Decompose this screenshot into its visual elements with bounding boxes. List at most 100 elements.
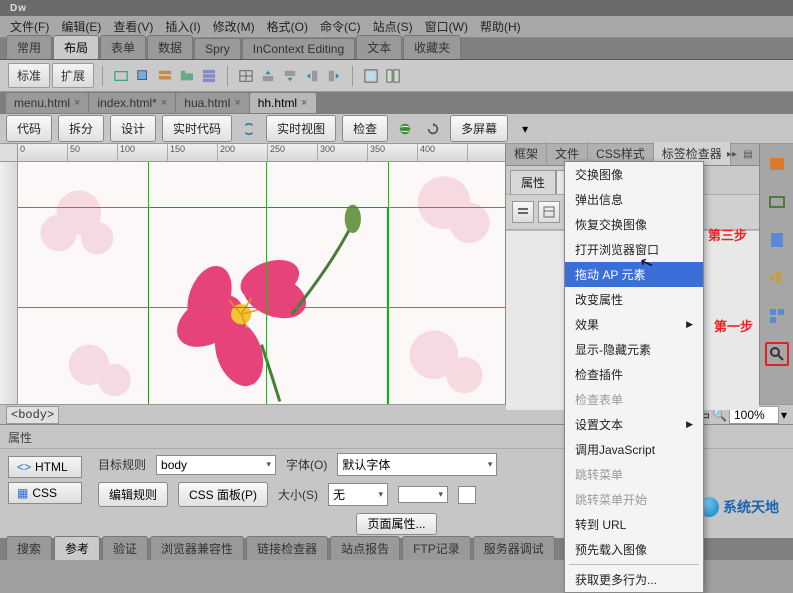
menu-site[interactable]: 站点(S): [367, 16, 419, 37]
design-canvas[interactable]: [18, 162, 505, 404]
view-design-button[interactable]: 设计: [110, 115, 156, 142]
menu-view[interactable]: 查看(V): [107, 16, 159, 37]
insert-col-right-icon[interactable]: [324, 66, 344, 86]
results-tab-reference[interactable]: 参考: [54, 536, 100, 560]
menu-format[interactable]: 格式(O): [261, 16, 314, 37]
layout-standard-button[interactable]: 标准: [8, 63, 50, 88]
cm-set-text[interactable]: 设置文本▶: [565, 412, 703, 437]
close-icon[interactable]: ×: [161, 97, 167, 109]
size-unit-select[interactable]: ▾: [398, 486, 448, 503]
cm-call-javascript[interactable]: 调用JavaScript: [565, 437, 703, 462]
behavior-detail-icon[interactable]: [538, 201, 560, 223]
insert-table-icon[interactable]: [236, 66, 256, 86]
panel-tab-frames[interactable]: 框架: [506, 142, 547, 165]
dock-files-icon[interactable]: [765, 228, 789, 252]
menu-help[interactable]: 帮助(H): [474, 16, 527, 37]
results-tab-site-reports[interactable]: 站点报告: [330, 536, 400, 560]
cm-show-hide-elements[interactable]: 显示-隐藏元素: [565, 337, 703, 362]
prop-html-mode[interactable]: <> HTML: [8, 456, 82, 478]
iframe-icon[interactable]: [361, 66, 381, 86]
insert-accordion-icon[interactable]: [199, 66, 219, 86]
refresh-icon[interactable]: [422, 118, 444, 140]
cm-preload-images[interactable]: 预先载入图像: [565, 537, 703, 562]
insert-row-below-icon[interactable]: [280, 66, 300, 86]
dock-css-icon[interactable]: [765, 152, 789, 176]
cm-go-to-url[interactable]: 转到 URL: [565, 512, 703, 537]
close-icon[interactable]: ×: [234, 97, 240, 109]
cm-get-more-behaviors[interactable]: 获取更多行为...: [565, 567, 703, 592]
cm-change-property[interactable]: 改变属性: [565, 287, 703, 312]
view-code-button[interactable]: 代码: [6, 115, 52, 142]
view-inspect-button[interactable]: 检查: [342, 115, 388, 142]
dock-tag-inspector-icon[interactable]: [765, 342, 789, 366]
close-icon[interactable]: ×: [74, 97, 80, 109]
close-icon[interactable]: ×: [301, 97, 307, 109]
menu-edit[interactable]: 编辑(E): [55, 16, 107, 37]
tab-incontext[interactable]: InContext Editing: [242, 38, 355, 59]
panel-collapse-icon[interactable]: ▸▸: [725, 147, 739, 161]
tab-text[interactable]: 文本: [356, 35, 402, 59]
insert-spry-menu-icon[interactable]: [155, 66, 175, 86]
ap-element-selection[interactable]: [148, 207, 388, 404]
cm-swap-image-restore[interactable]: 恢复交换图像: [565, 212, 703, 237]
view-liveview-button[interactable]: 实时视图: [266, 115, 336, 142]
panel-menu-icon[interactable]: ▤: [741, 147, 755, 161]
edit-rule-button[interactable]: 编辑规则: [98, 482, 168, 507]
frames-icon[interactable]: [383, 66, 403, 86]
results-tab-server-debug[interactable]: 服务器调试: [473, 536, 555, 560]
layout-extend-button[interactable]: 扩展: [52, 63, 94, 88]
tab-common[interactable]: 常用: [6, 35, 52, 59]
css-panel-button[interactable]: CSS 面板(P): [178, 482, 268, 507]
file-tab-index[interactable]: index.html*×: [89, 93, 175, 113]
file-tab-hh[interactable]: hh.html×: [250, 93, 316, 113]
behavior-list-icon[interactable]: [512, 201, 534, 223]
page-properties-button[interactable]: 页面属性...: [356, 513, 436, 535]
menu-insert[interactable]: 插入(I): [159, 16, 206, 37]
dock-assets-icon[interactable]: [765, 266, 789, 290]
zoom-dropdown-icon[interactable]: ▾: [781, 408, 787, 422]
menu-command[interactable]: 命令(C): [314, 16, 367, 37]
tab-layout[interactable]: 布局: [53, 35, 99, 59]
subtab-attributes[interactable]: 属性: [510, 170, 556, 194]
results-tab-search[interactable]: 搜索: [6, 536, 52, 560]
tag-selector-body[interactable]: <body>: [6, 406, 59, 424]
sync-icon[interactable]: [238, 118, 260, 140]
dock-snippets-icon[interactable]: [765, 304, 789, 328]
ruler-horizontal: 0 50 100 150 200 250 300 350 400: [18, 144, 505, 162]
size-select[interactable]: 无▾: [328, 483, 388, 506]
file-tab-menu[interactable]: menu.html×: [6, 93, 88, 113]
results-tab-browser-compat[interactable]: 浏览器兼容性: [150, 536, 244, 560]
insert-apdiv-icon[interactable]: [133, 66, 153, 86]
cm-check-plugin[interactable]: 检查插件: [565, 362, 703, 387]
target-rule-select[interactable]: body▾: [156, 455, 276, 475]
insert-div-icon[interactable]: [111, 66, 131, 86]
menu-modify[interactable]: 修改(M): [207, 16, 261, 37]
cm-swap-image[interactable]: 交换图像: [565, 162, 703, 187]
insert-tab-icon[interactable]: [177, 66, 197, 86]
results-tab-link-checker[interactable]: 链接检查器: [246, 536, 328, 560]
tab-favorites[interactable]: 收藏夹: [403, 35, 461, 59]
color-swatch[interactable]: [458, 486, 476, 504]
tab-forms[interactable]: 表单: [100, 35, 146, 59]
tab-spry[interactable]: Spry: [194, 38, 241, 59]
cm-effects[interactable]: 效果▶: [565, 312, 703, 337]
options-icon[interactable]: ▾: [514, 118, 536, 140]
menu-window[interactable]: 窗口(W): [419, 16, 474, 37]
prop-css-mode[interactable]: ▦ CSS: [8, 482, 82, 504]
font-select[interactable]: 默认字体▾: [337, 453, 497, 476]
file-tab-hua[interactable]: hua.html×: [176, 93, 248, 113]
results-tab-validate[interactable]: 验证: [102, 536, 148, 560]
cm-popup-message[interactable]: 弹出信息: [565, 187, 703, 212]
cm-open-browser-window[interactable]: 打开浏览器窗口: [565, 237, 703, 262]
cm-drag-ap-element[interactable]: 拖动 AP 元素: [565, 262, 703, 287]
insert-col-left-icon[interactable]: [302, 66, 322, 86]
dock-ap-elements-icon[interactable]: [765, 190, 789, 214]
multiscreen-button[interactable]: 多屏幕: [450, 115, 508, 142]
insert-row-above-icon[interactable]: [258, 66, 278, 86]
view-livecode-button[interactable]: 实时代码: [162, 115, 232, 142]
view-split-button[interactable]: 拆分: [58, 115, 104, 142]
results-tab-ftp-log[interactable]: FTP记录: [402, 536, 471, 560]
menu-file[interactable]: 文件(F): [4, 16, 55, 37]
globe-icon[interactable]: [394, 118, 416, 140]
tab-data[interactable]: 数据: [147, 35, 193, 59]
